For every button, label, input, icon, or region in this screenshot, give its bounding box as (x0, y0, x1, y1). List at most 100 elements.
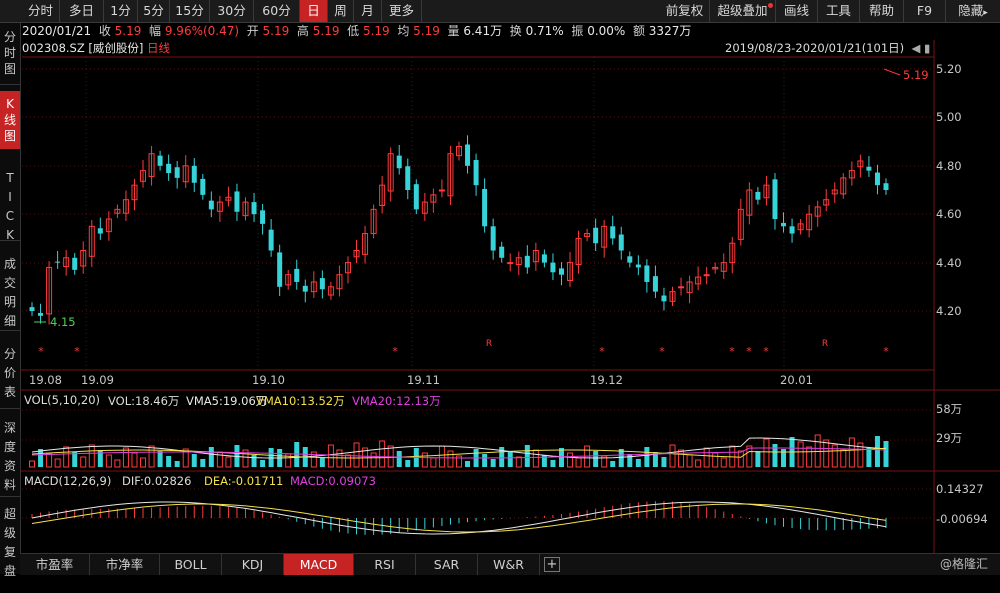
volume-bar-down (755, 451, 761, 467)
volume-bar-down (319, 457, 325, 467)
candle-body-down (524, 255, 530, 268)
signal-star: * (38, 345, 44, 358)
volume-bar-down (618, 449, 624, 467)
volume-bar-up (140, 457, 147, 468)
volume-bar-up (567, 452, 574, 468)
candle-body-down (490, 226, 496, 251)
price-tick-420: 4.20 (936, 304, 962, 318)
volume-bar-down (200, 459, 206, 467)
volume-bar-up (122, 447, 129, 468)
vol-value: VOL:18.46万 (108, 394, 180, 408)
volume-bar-up (438, 445, 445, 468)
volume-bar-down (644, 447, 650, 467)
volume-bar-up (806, 446, 813, 468)
candle-body-down (627, 256, 633, 263)
volume-bar-up (840, 449, 847, 468)
volume-bar-up (695, 459, 702, 468)
candle-body-down (473, 159, 479, 186)
macd-title: MACD(12,26,9) (24, 474, 112, 488)
candle-body-down (772, 179, 778, 220)
tab-sar[interactable]: SAR (416, 554, 478, 575)
price-tick-520: 5.20 (936, 62, 962, 76)
volume-bar-up (823, 439, 830, 468)
candle-body-down (55, 261, 61, 263)
macd-histogram (31, 501, 887, 535)
signal-star: * (883, 345, 889, 358)
candle-body-down (405, 166, 411, 190)
candle-body-down (644, 265, 650, 282)
volume-bar-up (421, 452, 428, 468)
volume-bar-up (575, 457, 582, 468)
volume-bar-up (29, 460, 35, 468)
candle-body-up (703, 274, 710, 277)
candle-body-down (174, 167, 180, 178)
volume-bar-down (174, 461, 180, 467)
vol-tick-58: 58万 (936, 402, 963, 416)
volume-bar-up (114, 459, 121, 468)
candle-body-down (302, 285, 308, 292)
volume-bar-down (610, 461, 616, 467)
low-marker-label: 4.15 (50, 315, 76, 329)
volume-bar-down (635, 459, 641, 467)
signal-r: R (486, 339, 492, 349)
date-tick-1911: 19.11 (407, 373, 440, 387)
macd-tick-high: 0.14327 (936, 482, 984, 496)
volume-bar-up (327, 444, 334, 468)
date-tick-1912: 19.12 (590, 373, 623, 387)
volume-bar-down (208, 447, 214, 467)
watermark: @格隆汇 (940, 557, 989, 571)
tab-pe[interactable]: 市盈率 (20, 554, 90, 575)
volume-bar-up (737, 450, 744, 468)
candle-body-down (166, 163, 172, 174)
volume-bar-up (678, 449, 685, 468)
volume-bar-down (866, 448, 872, 467)
indicator-tabs: 市盈率 市净率 BOLL KDJ MACD RSI SAR W&R + @格隆汇 (20, 553, 1000, 575)
signal-star: * (729, 345, 735, 358)
candle-body-down (200, 178, 206, 195)
volume-bar-down (157, 451, 163, 467)
tab-macd[interactable]: MACD (284, 554, 354, 575)
volume-bar-down (874, 436, 880, 467)
candle-body-down (550, 262, 556, 273)
vol-tick-29: 29万 (936, 431, 963, 445)
volume-bar-down (396, 451, 402, 467)
vma20-value: VMA20:12.13万 (352, 394, 441, 408)
candle-body-down (38, 312, 44, 316)
macd-dea: DEA:-0.01711 (204, 474, 284, 488)
candle-body-down (465, 144, 471, 166)
candle-body-down (72, 257, 78, 270)
signal-star: * (392, 345, 398, 358)
price-tick-440: 4.40 (936, 256, 962, 270)
volume-bar-up (720, 457, 727, 468)
candle-body-down (781, 222, 787, 227)
volume-bar-down (550, 460, 556, 467)
candle-body-down (251, 202, 257, 215)
tab-boll[interactable]: BOLL (160, 554, 222, 575)
price-grid (22, 57, 934, 519)
price-tick-480: 4.80 (936, 159, 962, 173)
volume-bar-up (216, 451, 223, 468)
add-tab-icon[interactable]: + (544, 557, 560, 572)
date-tick-1908: 19.08 (29, 373, 62, 387)
volume-bar-down (191, 454, 197, 467)
candle-body-up (438, 189, 445, 192)
tab-kdj[interactable]: KDJ (222, 554, 284, 575)
date-tick-1909: 19.09 (81, 373, 114, 387)
signal-star: * (746, 345, 752, 358)
tab-pb[interactable]: 市净率 (90, 554, 160, 575)
macd-tick-low: -0.00694 (936, 512, 988, 526)
volume-bar-down (465, 461, 471, 467)
candle-body-down (541, 254, 547, 263)
candle-body-up (507, 262, 514, 265)
price-tick-460: 4.60 (936, 207, 962, 221)
candle-body-down (755, 191, 761, 200)
volume-bar-up (797, 441, 804, 468)
volume-bar-down (166, 456, 172, 467)
candle-body-down (482, 189, 488, 227)
macd-value: MACD:0.09073 (290, 474, 376, 488)
volume-bar-down (482, 454, 488, 467)
candle-body-down (29, 307, 35, 311)
tab-wr[interactable]: W&R (478, 554, 540, 575)
volume-bar-up (105, 454, 112, 468)
tab-rsi[interactable]: RSI (354, 554, 416, 575)
